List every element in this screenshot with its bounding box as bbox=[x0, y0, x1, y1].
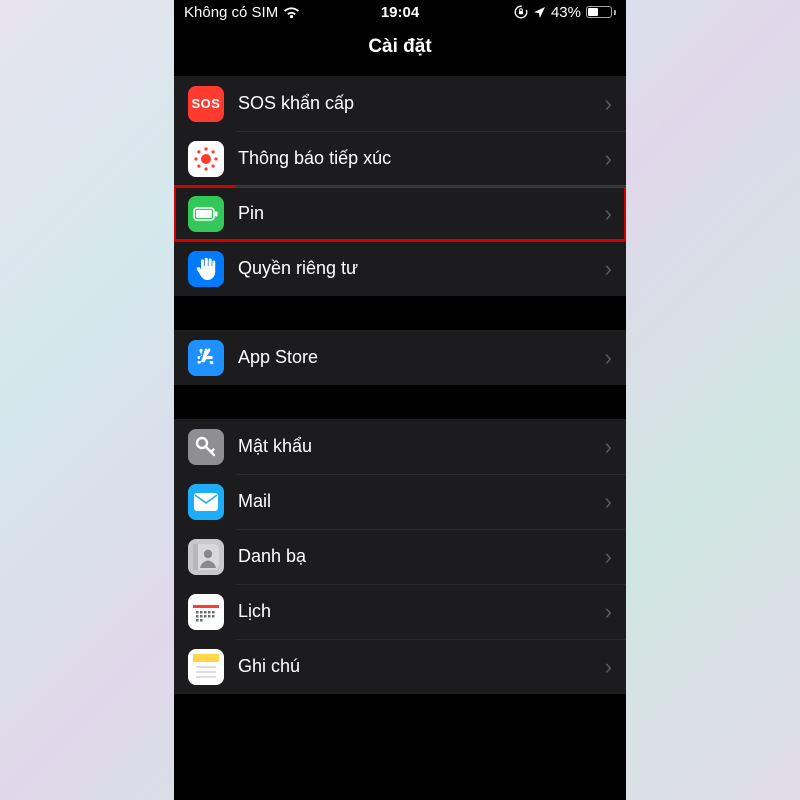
row-label: App Store bbox=[238, 347, 605, 368]
chevron-right-icon: › bbox=[605, 345, 612, 371]
row-mail[interactable]: Mail › bbox=[174, 474, 626, 529]
location-icon bbox=[533, 6, 546, 19]
row-privacy[interactable]: Quyền riêng tư › bbox=[174, 241, 626, 296]
notes-icon bbox=[188, 649, 224, 685]
nav-bar: Cài đặt bbox=[174, 24, 626, 70]
battery-icon bbox=[586, 6, 616, 18]
row-label: SOS khẩn cấp bbox=[238, 93, 605, 114]
settings-group: SOS SOS khẩn cấp › Thông báo tiếp xúc › … bbox=[174, 76, 626, 296]
battery-icon bbox=[188, 196, 224, 232]
row-label: Ghi chú bbox=[238, 656, 605, 677]
appstore-icon bbox=[188, 340, 224, 376]
chevron-right-icon: › bbox=[605, 599, 612, 625]
mail-icon bbox=[188, 484, 224, 520]
sos-icon: SOS bbox=[188, 86, 224, 122]
row-label: Danh bạ bbox=[238, 546, 605, 567]
status-bar: Không có SIM 19:04 43% bbox=[174, 0, 626, 24]
key-icon bbox=[188, 429, 224, 465]
phone-frame: Không có SIM 19:04 43% Cài đặt SOS bbox=[174, 0, 626, 800]
row-label: Quyền riêng tư bbox=[238, 258, 605, 279]
row-sos[interactable]: SOS SOS khẩn cấp › bbox=[174, 76, 626, 131]
row-passwords[interactable]: Mật khẩu › bbox=[174, 419, 626, 474]
wifi-icon bbox=[283, 6, 300, 19]
settings-list[interactable]: SOS SOS khẩn cấp › Thông báo tiếp xúc › … bbox=[174, 70, 626, 800]
chevron-right-icon: › bbox=[605, 544, 612, 570]
row-label: Mật khẩu bbox=[238, 436, 605, 457]
chevron-right-icon: › bbox=[605, 256, 612, 282]
row-contacts[interactable]: Danh bạ › bbox=[174, 529, 626, 584]
row-label: Mail bbox=[238, 491, 605, 512]
row-calendar[interactable]: Lịch › bbox=[174, 584, 626, 639]
page-title: Cài đặt bbox=[368, 36, 431, 58]
battery-percent: 43% bbox=[551, 4, 581, 21]
row-battery[interactable]: Pin › bbox=[174, 186, 626, 241]
row-appstore[interactable]: App Store › bbox=[174, 330, 626, 385]
chevron-right-icon: › bbox=[605, 91, 612, 117]
row-label: Thông báo tiếp xúc bbox=[238, 148, 605, 169]
hand-icon bbox=[188, 251, 224, 287]
sim-status: Không có SIM bbox=[184, 4, 278, 21]
row-notes[interactable]: Ghi chú › bbox=[174, 639, 626, 694]
chevron-right-icon: › bbox=[605, 201, 612, 227]
row-label: Pin bbox=[238, 203, 605, 224]
settings-group: App Store › bbox=[174, 330, 626, 385]
status-right: 43% bbox=[514, 4, 616, 21]
contacts-icon bbox=[188, 539, 224, 575]
chevron-right-icon: › bbox=[605, 654, 612, 680]
exposure-icon bbox=[188, 141, 224, 177]
status-left: Không có SIM bbox=[184, 4, 300, 21]
calendar-icon bbox=[188, 594, 224, 630]
chevron-right-icon: › bbox=[605, 489, 612, 515]
chevron-right-icon: › bbox=[605, 146, 612, 172]
row-exposure[interactable]: Thông báo tiếp xúc › bbox=[174, 131, 626, 186]
orientation-lock-icon bbox=[514, 5, 528, 19]
chevron-right-icon: › bbox=[605, 434, 612, 460]
settings-group: Mật khẩu › Mail › Danh bạ › bbox=[174, 419, 626, 694]
row-label: Lịch bbox=[238, 601, 605, 622]
